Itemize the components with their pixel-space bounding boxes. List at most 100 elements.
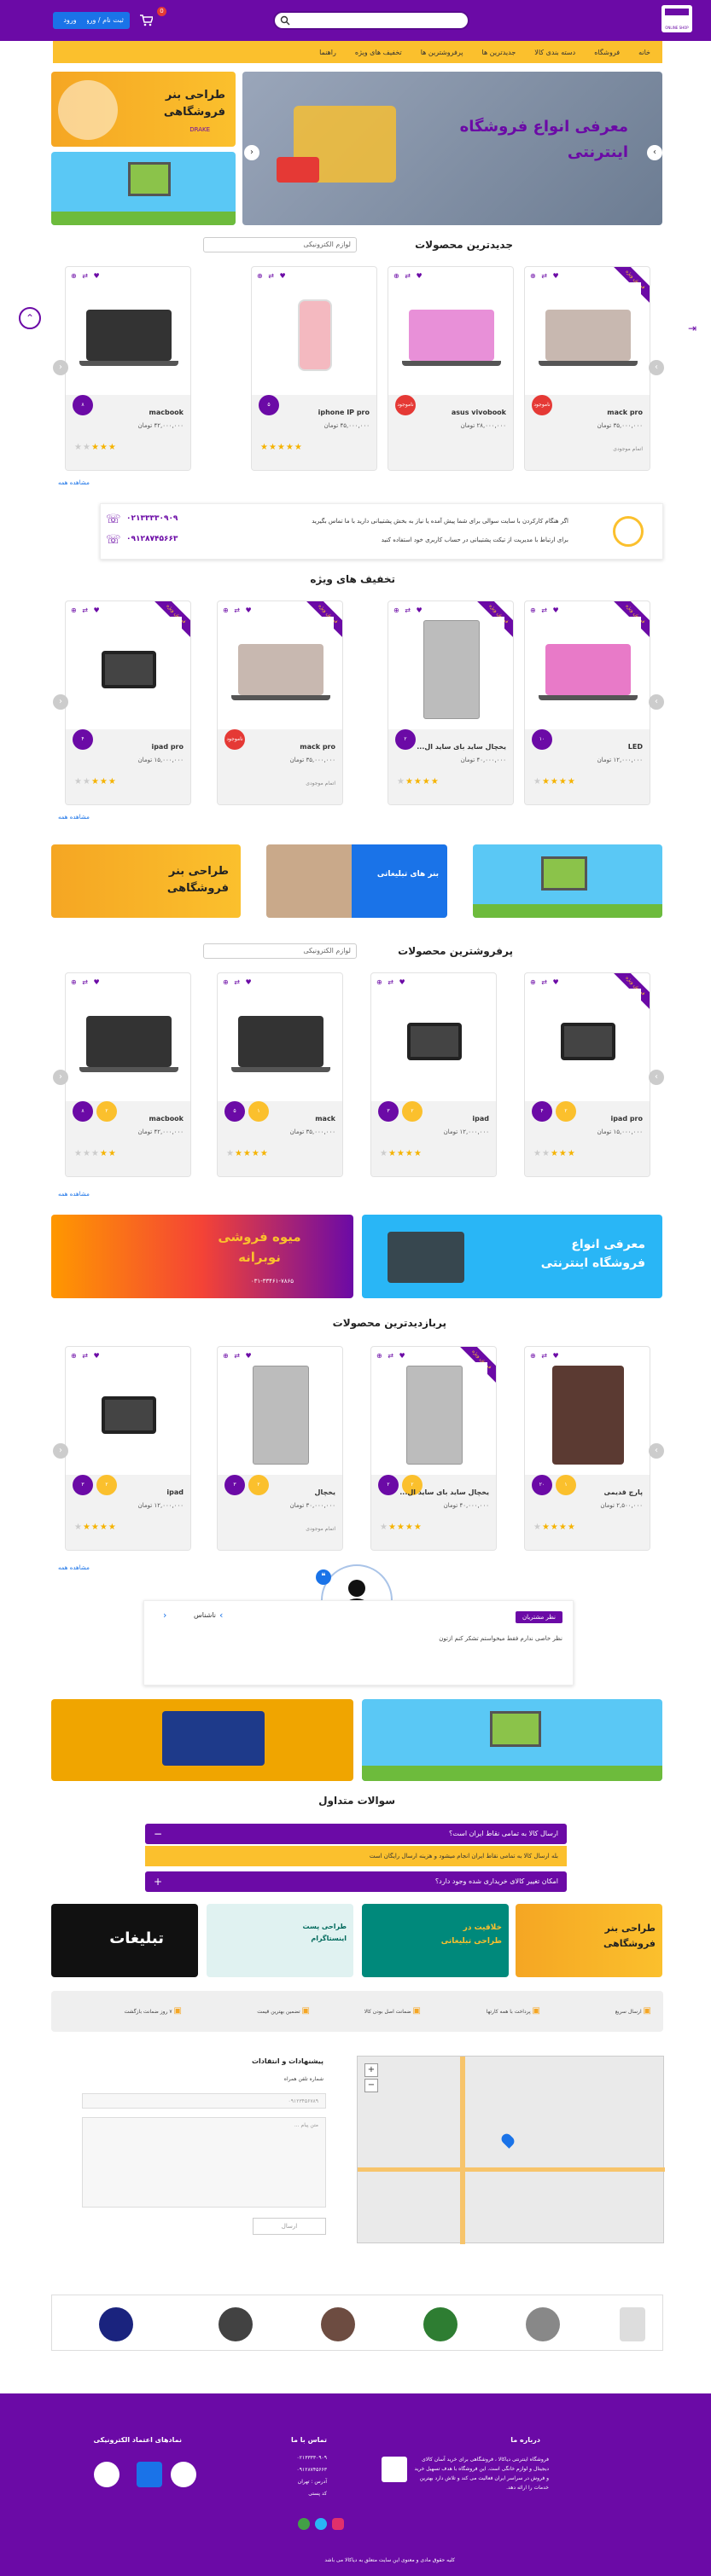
product-name[interactable]: macbook (149, 1115, 184, 1123)
card-action-icons[interactable]: ♥ ⇄ ⊕ (71, 606, 102, 614)
nav-item-help[interactable]: راهنما (319, 49, 336, 56)
large-banner-right[interactable] (362, 1699, 662, 1781)
product-image[interactable] (228, 617, 334, 722)
product-image[interactable] (535, 989, 641, 1094)
product-name[interactable]: asus vivobook (452, 409, 506, 416)
product-name[interactable]: iphone IP pro (318, 409, 370, 416)
product-card[interactable]: فروش ویژه ♥ ⇄ ⊕ ۲ ۲ یخچال ساید بای ساید … (370, 1346, 497, 1551)
product-card[interactable]: ♥ ⇄ ⊕ ناموجود asus vivobook ۲۸,۰۰۰,۰۰۰ ت… (388, 266, 514, 471)
product-name[interactable]: LED (628, 743, 643, 751)
product-image[interactable] (76, 617, 182, 722)
card-action-icons[interactable]: ♥ ⇄ ⊕ (393, 272, 424, 280)
brand-logo-fridge[interactable] (620, 2307, 645, 2341)
ad-banner-3[interactable]: طراحی پست اینستاگرام (207, 1904, 353, 1977)
product-image[interactable] (399, 617, 504, 722)
product-image[interactable] (76, 282, 182, 388)
nav-item-shop[interactable]: فروشگاه (594, 49, 620, 56)
apple-logo-icon[interactable] (526, 2307, 560, 2341)
product-image[interactable] (535, 617, 641, 722)
brand-logo-5[interactable] (219, 2307, 253, 2341)
carousel-prev-arrow[interactable]: ‹ (53, 1070, 68, 1085)
search-icon[interactable] (280, 15, 290, 26)
exit-icon[interactable]: ⇥ (688, 322, 696, 334)
phone-number-2[interactable]: ۰۹۱۲۸۷۴۵۶۶۳ (126, 535, 178, 543)
product-name[interactable]: پارچ قدیمی (604, 1488, 643, 1496)
card-action-icons[interactable]: ♥ ⇄ ⊕ (71, 978, 102, 986)
card-action-icons[interactable]: ♥ ⇄ ⊕ (223, 1352, 254, 1360)
card-action-icons[interactable]: ♥ ⇄ ⊕ (530, 978, 561, 986)
product-name[interactable]: macbook (149, 409, 184, 416)
testimonial-next-arrow[interactable]: › (219, 1610, 223, 1621)
nav-item-home[interactable]: خانه (638, 49, 650, 56)
large-banner-left[interactable] (51, 1699, 353, 1781)
login-button[interactable]: ورود (53, 12, 87, 29)
samandehi-badge[interactable] (94, 2462, 119, 2487)
product-name[interactable]: ipad pro (610, 1115, 643, 1123)
whatsapp-icon[interactable] (298, 2518, 310, 2530)
product-card[interactable]: ♥ ⇄ ⊕ ۳ ۲ ipad ۱۲,۰۰۰,۰۰۰ تومان ★★★★★ (370, 972, 497, 1177)
product-image[interactable] (76, 989, 182, 1094)
product-card[interactable]: ♥ ⇄ ⊕ ۳ ۲ ipad ۱۲,۰۰۰,۰۰۰ تومان ★★★★★ (65, 1346, 191, 1551)
card-action-icons[interactable]: ♥ ⇄ ⊕ (376, 978, 407, 986)
card-action-icons[interactable]: ♥ ⇄ ⊕ (223, 606, 254, 614)
product-card[interactable]: ♥ ⇄ ⊕ ۲۰ ۱ پارچ قدیمی ۲,۵۰۰,۰۰۰ تومان ★★… (524, 1346, 650, 1551)
product-name[interactable]: یخچال ساید بای ساید ال... (399, 1488, 489, 1496)
site-logo[interactable]: ONLINE SHOP (661, 5, 692, 32)
product-name[interactable]: mack pro (607, 409, 643, 416)
testimonial-prev-arrow[interactable]: ‹ (163, 1610, 166, 1621)
search-input[interactable] (290, 16, 461, 32)
card-action-icons[interactable]: ♥ ⇄ ⊕ (71, 272, 102, 280)
carousel-next-arrow[interactable]: › (649, 1070, 664, 1085)
product-name[interactable]: mack pro (300, 743, 335, 751)
card-action-icons[interactable]: ♥ ⇄ ⊕ (71, 1352, 102, 1360)
product-name[interactable]: ipad (472, 1115, 489, 1123)
promo-banner-left[interactable]: میوه فروشی نوبرانه ۰۳۱-۳۳۴۶۱-۷۸۶۵ (51, 1215, 353, 1298)
faq-item-question[interactable]: ارسال کالا به تمامی نقاط ایران است؟ − (145, 1824, 567, 1844)
product-image[interactable] (228, 1362, 334, 1468)
product-image[interactable] (262, 282, 368, 388)
product-name[interactable]: mack (315, 1115, 335, 1123)
see-all-link[interactable]: مشاهده همه (58, 1191, 90, 1198)
carousel-prev-arrow[interactable]: ‹ (53, 694, 68, 710)
category-select-bestseller[interactable]: لوازم الکترونیکی (203, 943, 357, 959)
faq-item-question[interactable]: امکان تغییر کالای خریداری شده وجود دارد؟… (145, 1871, 567, 1892)
product-name[interactable]: ipad pro (151, 743, 184, 751)
product-image[interactable] (399, 282, 504, 388)
product-image[interactable] (76, 1362, 182, 1468)
footer-phone-2[interactable]: ۰۹۱۲۸۷۴۵۶۶۳ (297, 2465, 327, 2474)
brand-logo-3[interactable] (423, 2307, 457, 2341)
brand-logo-4[interactable] (321, 2307, 355, 2341)
telegram-icon[interactable] (315, 2518, 327, 2530)
minus-icon[interactable]: − (154, 1824, 162, 1844)
carousel-next-arrow[interactable]: › (649, 1443, 664, 1459)
carousel-next-arrow[interactable]: › (649, 360, 664, 375)
zoom-out-button[interactable]: − (364, 2079, 378, 2092)
ad-banner-2[interactable]: خلاقیت در طراحی تبلیغاتی (362, 1904, 509, 1977)
message-field[interactable]: متن پیام ... (82, 2117, 326, 2208)
card-action-icons[interactable]: ♥ ⇄ ⊕ (530, 1352, 561, 1360)
see-all-link[interactable]: مشاهده همه (58, 479, 90, 486)
see-all-link[interactable]: مشاهده همه (58, 1564, 90, 1571)
nav-item-special-offers[interactable]: تخفیف های ویژه (355, 49, 402, 56)
cart-icon[interactable] (139, 14, 153, 27)
map[interactable]: + − (357, 2056, 665, 2244)
product-card[interactable]: ♥ ⇄ ⊕ ۳ ۲ یخچال ۳۰,۰۰۰,۰۰۰ تومان اتمام م… (217, 1346, 343, 1551)
hero-next-arrow[interactable]: › (647, 145, 662, 160)
hero-slider[interactable]: معرفی انواع فروشگاه اینترنتی (242, 72, 662, 225)
promo-banner-right[interactable]: معرفی انواع فروشگاه اینترنتی (362, 1215, 662, 1298)
product-card[interactable]: ♥ ⇄ ⊕ ۸ macbook ۴۲,۰۰۰,۰۰۰ تومان ★★★★★ (65, 266, 191, 471)
product-card[interactable]: ♥ ⇄ ⊕ ۸ ۲ macbook ۴۲,۰۰۰,۰۰۰ تومان ★★★★★ (65, 972, 191, 1177)
hero-side-banner-2[interactable] (51, 152, 236, 225)
map-marker-icon[interactable] (499, 2132, 516, 2149)
mid-banner-center[interactable]: بنر های تبلیغاتی (266, 844, 447, 918)
product-card[interactable]: فروش ویژه ♥ ⇄ ⊕ ناموجود mack pro ۳۵,۰۰۰,… (217, 600, 343, 805)
card-action-icons[interactable]: ♥ ⇄ ⊕ (530, 606, 561, 614)
ad-banner-4[interactable]: تبلیغات (51, 1904, 198, 1977)
card-action-icons[interactable]: ♥ ⇄ ⊕ (257, 272, 288, 280)
brand-logo-6[interactable] (99, 2307, 133, 2341)
trust-badge-2[interactable] (137, 2462, 162, 2487)
phone-field[interactable]: ۰۹۱۲۳۴۵۶۷۸۹ (82, 2093, 326, 2109)
nav-item-newest[interactable]: جدیدترین ها (482, 49, 516, 56)
mid-banner-left[interactable]: طراحی بنر فروشگاهی (51, 844, 241, 918)
card-action-icons[interactable]: ♥ ⇄ ⊕ (223, 978, 254, 986)
